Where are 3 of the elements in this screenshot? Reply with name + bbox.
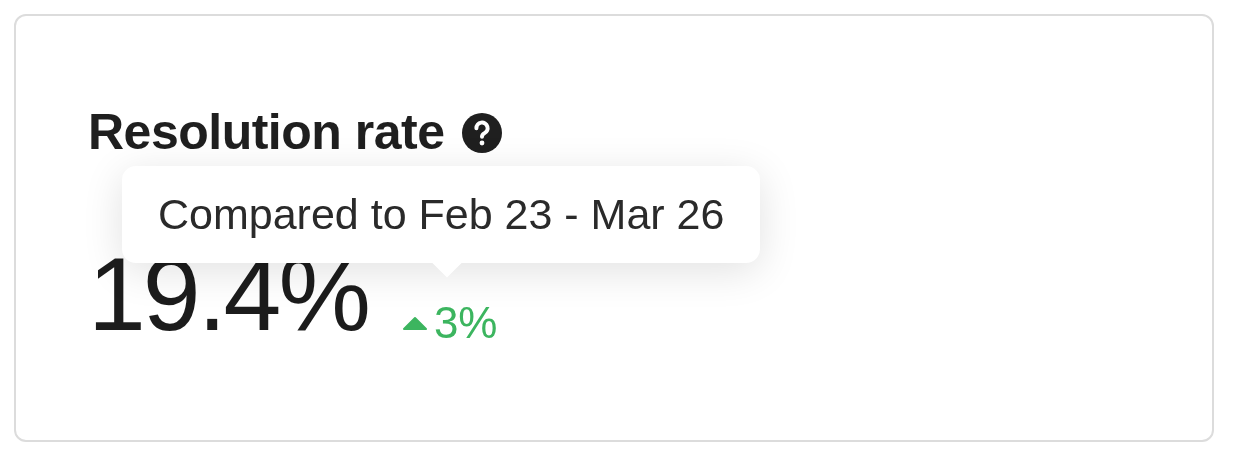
change-percent: 3% bbox=[433, 297, 498, 348]
card-title: Resolution rate bbox=[88, 104, 445, 162]
help-icon[interactable] bbox=[462, 112, 503, 153]
